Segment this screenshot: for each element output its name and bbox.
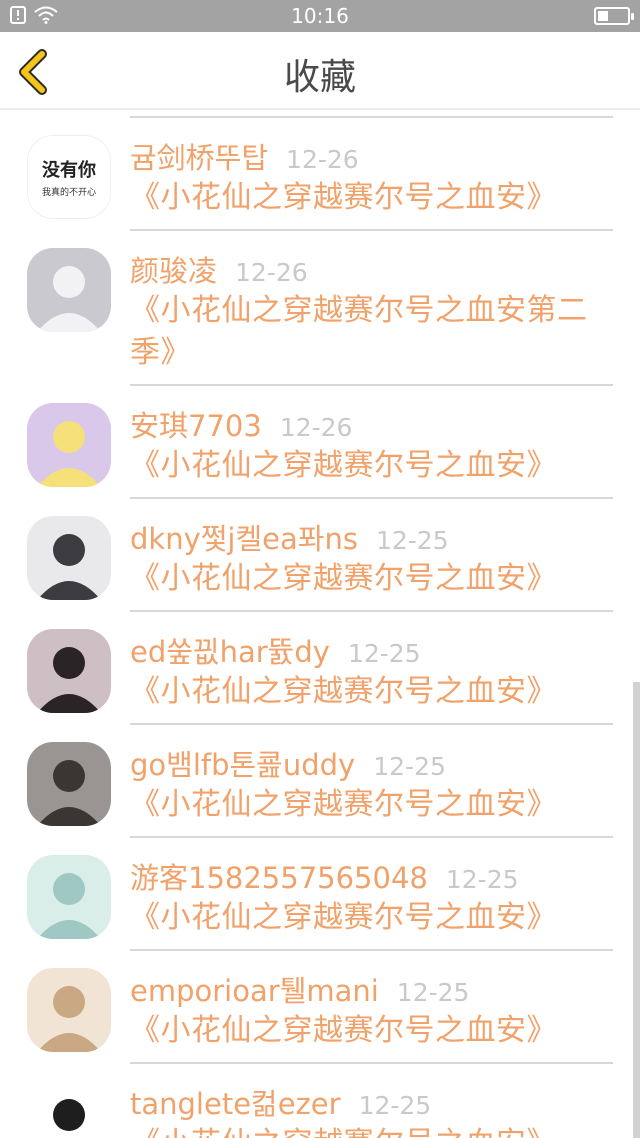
item-date: 12-26	[279, 413, 353, 442]
item-date: 12-25	[373, 752, 446, 781]
avatar-image	[27, 968, 111, 1052]
book-title-link[interactable]: 《小花仙之穿越赛尔号之血安》	[130, 897, 613, 939]
book-title-link[interactable]: 《小花仙之穿越赛尔号之血安》	[130, 177, 613, 219]
item-header: ed쑾끲har뜘dy 12-25	[130, 629, 613, 671]
item-content: 游客1582557565048 12-25 《小花仙之穿越赛尔号之血安》	[130, 855, 613, 939]
item-header: 颜骏凌 12-26	[130, 248, 613, 290]
item-content: 귬剑桥뚜탑 12-26 《小花仙之穿越赛尔号之血安》	[130, 135, 613, 219]
item-date: 12-26	[235, 258, 308, 287]
avatar[interactable]	[27, 403, 111, 487]
avatar[interactable]	[27, 855, 111, 939]
user-name[interactable]: tanglete컮ezer	[130, 1081, 341, 1123]
item-date: 12-25	[445, 865, 519, 894]
book-title-link[interactable]: 《小花仙之穿越赛尔号之血安》	[130, 445, 613, 487]
avatar[interactable]	[27, 968, 111, 1052]
item-header: dkny쩣j켈ea퐈ns 12-25	[130, 516, 613, 558]
list-item[interactable]: 安琪7703 12-26 《小花仙之穿越赛尔号之血安》	[0, 386, 640, 499]
avatar-image	[27, 516, 111, 600]
item-date: 12-26	[286, 145, 359, 174]
avatar-image	[27, 403, 111, 487]
avatar-text-line1: 没有你	[42, 160, 96, 181]
list-item[interactable]: dkny쩣j켈ea퐈ns 12-25 《小花仙之穿越赛尔号之血安》	[0, 499, 640, 612]
avatar-image	[27, 742, 111, 826]
avatar[interactable]	[27, 629, 111, 713]
book-title-link[interactable]: 《小花仙之穿越赛尔号之血安》	[130, 1010, 613, 1052]
favorites-rows: 没有你 我真的不开心 귬剑桥뚜탑 12-26 《小花仙之穿越赛尔号之血安》 颜骏凌 12-2…	[0, 118, 640, 1138]
item-header: go뱀lfb톤쿒uddy 12-25	[130, 742, 613, 784]
battery-icon	[594, 7, 634, 25]
user-name[interactable]: 颜骏凌	[130, 248, 217, 290]
list-item[interactable]: 没有你我真的不开心 귬剑桥뚜탑 12-26 《小花仙之穿越赛尔号之血安》	[0, 118, 640, 231]
status-bar: 10:16	[0, 0, 640, 32]
page-title: 收藏	[283, 57, 356, 98]
user-name[interactable]: go뱀lfb톤쿒uddy	[130, 742, 355, 784]
status-time: 10:16	[291, 4, 349, 28]
item-header: 安琪7703 12-26	[130, 403, 613, 445]
item-content: dkny쩣j켈ea퐈ns 12-25 《小花仙之穿越赛尔号之血安》	[130, 516, 613, 600]
avatar[interactable]	[27, 1081, 111, 1138]
avatar[interactable]	[27, 248, 111, 332]
avatar[interactable]	[27, 516, 111, 600]
avatar-image	[27, 248, 111, 332]
user-name[interactable]: ed쑾끲har뜘dy	[130, 629, 330, 671]
item-content: tanglete컮ezer 12-25 《小花仙之穿越赛尔号之血安》	[130, 1081, 613, 1138]
list-item[interactable]: go뱀lfb톤쿒uddy 12-25 《小花仙之穿越赛尔号之血安》	[0, 725, 640, 838]
user-name[interactable]: 游客1582557565048	[130, 855, 428, 897]
avatar-text-line2: 我真的不开心	[41, 188, 96, 198]
avatar-image	[27, 855, 111, 939]
item-header: emporioar퉬mani 12-25	[130, 968, 613, 1010]
favorites-list[interactable]: 没有你 我真的不开心 귬剑桥뚜탑 12-26 《小花仙之穿越赛尔号之血安》 颜骏凌 12-2…	[0, 110, 640, 1138]
avatar-image	[27, 1081, 111, 1138]
avatar-image	[27, 629, 111, 713]
item-date: 12-25	[396, 978, 470, 1007]
list-item[interactable]: 颜骏凌 12-26 《小花仙之穿越赛尔号之血安第二季》	[0, 231, 640, 386]
item-header: 游客1582557565048 12-25	[130, 855, 613, 897]
list-item[interactable]: tanglete컮ezer 12-25 《小花仙之穿越赛尔号之血安》	[0, 1064, 640, 1138]
item-date: 12-25	[358, 1091, 432, 1120]
user-name[interactable]: emporioar퉬mani	[130, 968, 379, 1010]
item-content: emporioar퉬mani 12-25 《小花仙之穿越赛尔号之血安》	[130, 968, 613, 1052]
avatar[interactable]: 没有你 我真的不开心	[27, 135, 111, 219]
item-date: 12-25	[347, 639, 421, 668]
list-item[interactable]: ed쑾끲har뜘dy 12-25 《小花仙之穿越赛尔号之血安》	[0, 612, 640, 725]
item-content: go뱀lfb톤쿒uddy 12-25 《小花仙之穿越赛尔号之血安》	[130, 742, 613, 826]
avatar[interactable]	[27, 742, 111, 826]
item-header: 귬剑桥뚜탑 12-26	[130, 135, 613, 177]
book-title-link[interactable]: 《小花仙之穿越赛尔号之血安》	[130, 558, 613, 600]
item-date: 12-25	[375, 526, 449, 555]
book-title-link[interactable]: 《小花仙之穿越赛尔号之血安》	[130, 1123, 613, 1138]
avatar-image: 没有你 我真的不开心	[27, 135, 111, 219]
scrollbar[interactable]	[633, 682, 640, 1138]
book-title-link[interactable]: 《小花仙之穿越赛尔号之血安第二季》	[130, 290, 613, 374]
item-content: 颜骏凌 12-26 《小花仙之穿越赛尔号之血安第二季》	[130, 248, 613, 374]
book-title-link[interactable]: 《小花仙之穿越赛尔号之血安》	[130, 784, 613, 826]
list-item[interactable]: emporioar퉬mani 12-25 《小花仙之穿越赛尔号之血安》	[0, 951, 640, 1064]
item-content: ed쑾끲har뜘dy 12-25 《小花仙之穿越赛尔号之血安》	[130, 629, 613, 713]
nav-bar: 收藏	[0, 32, 640, 110]
user-name[interactable]: 귬剑桥뚜탑	[130, 135, 268, 177]
item-header: tanglete컮ezer 12-25	[130, 1081, 613, 1123]
user-name[interactable]: dkny쩣j켈ea퐈ns	[130, 516, 358, 558]
book-title-link[interactable]: 《小花仙之穿越赛尔号之血安》	[130, 671, 613, 713]
item-content: 安琪7703 12-26 《小花仙之穿越赛尔号之血安》	[130, 403, 613, 487]
list-item[interactable]: 游客1582557565048 12-25 《小花仙之穿越赛尔号之血安》	[0, 838, 640, 951]
user-name[interactable]: 安琪7703	[130, 403, 262, 445]
